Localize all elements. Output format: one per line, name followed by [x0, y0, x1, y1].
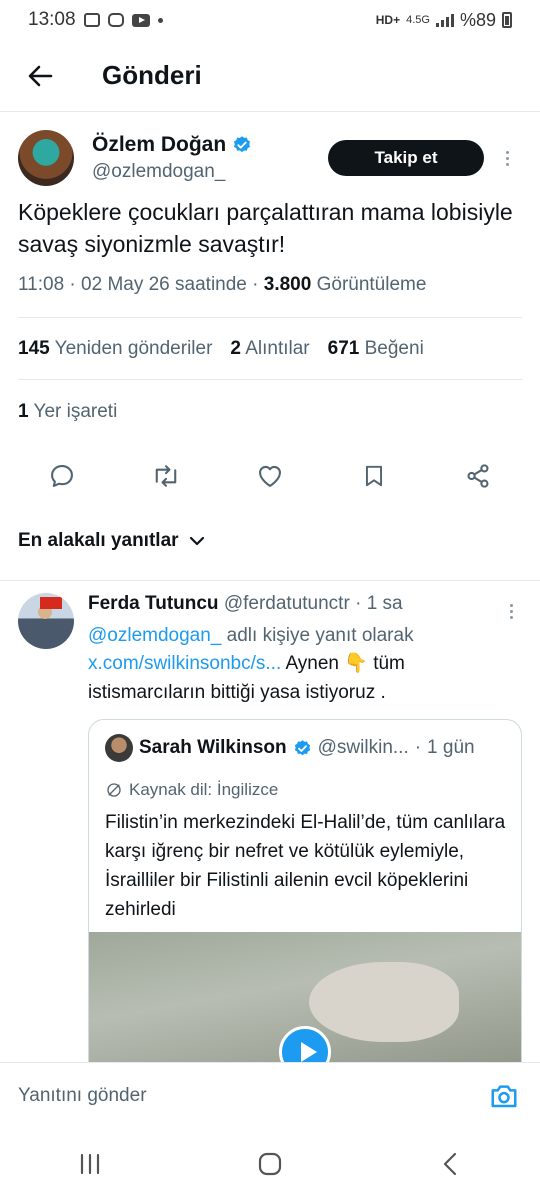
home-button[interactable] — [240, 1140, 300, 1188]
author-name: Özlem Doğan — [92, 133, 227, 156]
reply-avatar[interactable] — [18, 593, 74, 649]
share-icon — [467, 464, 489, 488]
views-count: 3.800 — [263, 274, 312, 295]
reply-composer — [0, 1062, 540, 1128]
post-stats: 145 Yeniden gönderiler 2 Alıntılar 671 B… — [18, 338, 522, 360]
replies-sort-dropdown[interactable]: En alakalı yanıtlar — [18, 530, 205, 552]
reply-icon — [51, 465, 73, 487]
reply-body: Ferda Tutuncu @ferdatutunctr · 1 sa @ozl… — [88, 593, 522, 707]
reply-text: x.com/swilkinsonbc/s... Aynen 👇 tüm isti… — [88, 649, 522, 707]
post-author-row: Özlem Doğan @ozlemdogan_ Takip et — [18, 126, 522, 190]
bookmark-icon — [365, 465, 383, 487]
reply-button[interactable] — [42, 456, 82, 496]
post-actions — [0, 456, 540, 496]
quoted-post[interactable]: Sarah Wilkinson @swilkin... · 1 gün Kayn… — [88, 719, 522, 1079]
back-button[interactable] — [0, 40, 80, 112]
reply-item[interactable]: Ferda Tutuncu @ferdatutunctr · 1 sa @ozl… — [0, 580, 540, 1079]
verified-badge-icon — [294, 739, 310, 755]
divider — [18, 317, 522, 318]
author-name-row: Özlem Doğan — [92, 133, 252, 157]
bookmarks-count: 1 — [18, 401, 29, 422]
author-avatar[interactable] — [18, 130, 74, 186]
reply-to-suffix: adlı kişiye yanıt olarak — [226, 625, 414, 646]
signal-icon — [435, 13, 454, 27]
verified-badge-icon — [234, 136, 251, 153]
chevron-down-icon — [189, 536, 204, 546]
repost-icon — [155, 465, 177, 487]
sort-label: En alakalı yanıtlar — [18, 530, 179, 551]
likes-stat[interactable]: 671 Beğeni — [328, 338, 424, 360]
quotes-stat[interactable]: 2 Alıntılar — [230, 338, 309, 360]
quote-avatar — [105, 734, 133, 762]
camera-icon — [491, 1084, 517, 1107]
reposts-count: 145 — [18, 338, 50, 359]
battery-icon — [502, 12, 512, 28]
post-time: 11:08 — [18, 274, 65, 295]
post-date: 02 May 26 saatinde — [81, 274, 247, 295]
quotes-label: Alıntılar — [245, 338, 310, 359]
instagram-icon — [107, 13, 124, 27]
hd-icon: HD+ — [375, 13, 401, 27]
like-button[interactable] — [250, 456, 290, 496]
youtube-icon — [131, 13, 150, 27]
repost-button[interactable] — [146, 456, 186, 496]
recent-apps-icon — [80, 1153, 100, 1175]
notification-dot-icon — [157, 17, 163, 23]
battery-level: %89 — [459, 9, 496, 30]
author-names[interactable]: Özlem Doğan @ozlemdogan_ — [92, 133, 252, 183]
post-text: Köpeklere çocukları parçalattıran mama l… — [18, 199, 513, 257]
camera-button[interactable] — [486, 1078, 522, 1114]
chevron-left-icon — [443, 1152, 457, 1176]
likes-count: 671 — [327, 338, 360, 359]
page-title: Gönderi — [102, 60, 202, 90]
reposts-stat[interactable]: 145 Yeniden gönderiler — [18, 338, 212, 360]
quote-author-handle: @swilkin... — [317, 737, 409, 758]
reply-to-link[interactable]: @ozlemdogan_ — [88, 625, 221, 646]
status-bar: 13:08 HD+ 4.5G %89 — [0, 0, 540, 40]
home-icon — [258, 1152, 282, 1176]
system-nav-bar — [0, 1128, 540, 1200]
reply-more-options-icon[interactable] — [496, 593, 526, 629]
translation-source-label: Kaynak dil: İngilizce — [129, 780, 279, 799]
bookmarks-label: Yer işareti — [33, 401, 118, 422]
quote-header: Sarah Wilkinson @swilkin... · 1 gün — [105, 734, 505, 762]
quote-video[interactable] — [89, 932, 521, 1078]
likes-label: Beğeni — [364, 338, 424, 359]
divider — [18, 379, 522, 380]
quotes-count: 2 — [230, 338, 241, 359]
app-header: Gönderi — [0, 40, 540, 112]
bookmark-button[interactable] — [354, 456, 394, 496]
bookmarks-stat[interactable]: 1 Yer işareti — [18, 401, 117, 423]
gallery-icon — [83, 13, 100, 27]
follow-button[interactable]: Takip et — [328, 140, 484, 176]
heart-icon — [259, 465, 281, 487]
recent-apps-button[interactable] — [60, 1140, 120, 1188]
status-right: HD+ 4.5G %89 — [376, 10, 512, 31]
views-label: Görüntüleme — [316, 274, 427, 295]
status-left: 13:08 — [28, 9, 163, 31]
reposts-label: Yeniden gönderiler — [54, 338, 213, 359]
quote-text: Filistin’in merkezindeki El-Halil’de, tü… — [105, 812, 506, 920]
more-options-icon[interactable] — [492, 140, 522, 176]
reply-to-line: @ozlemdogan_ adlı kişiye yanıt olarak — [88, 625, 522, 647]
network-type: 4.5G — [406, 14, 430, 26]
author-handle: @ozlemdogan_ — [92, 161, 226, 182]
share-button[interactable] — [458, 456, 498, 496]
reply-url-link[interactable]: x.com/swilkinsonbc/s... — [88, 653, 281, 674]
reply-time: 1 sa — [366, 593, 403, 614]
post-meta: 11:08 · 02 May 26 saatinde · 3.800 Görün… — [18, 274, 427, 295]
quote-time: 1 gün — [427, 737, 475, 758]
reply-input[interactable] — [18, 1084, 486, 1107]
reply-header: Ferda Tutuncu @ferdatutunctr · 1 sa — [88, 593, 403, 614]
reply-author-name[interactable]: Ferda Tutuncu — [88, 593, 219, 614]
translate-icon — [107, 783, 121, 797]
reply-author-handle[interactable]: @ferdatutunctr — [224, 593, 350, 614]
system-back-button[interactable] — [420, 1140, 480, 1188]
back-arrow-icon — [28, 65, 53, 86]
translation-source[interactable]: Kaynak dil: İngilizce — [105, 780, 278, 800]
quote-author-name: Sarah Wilkinson — [139, 737, 287, 758]
status-time: 13:08 — [28, 9, 76, 30]
